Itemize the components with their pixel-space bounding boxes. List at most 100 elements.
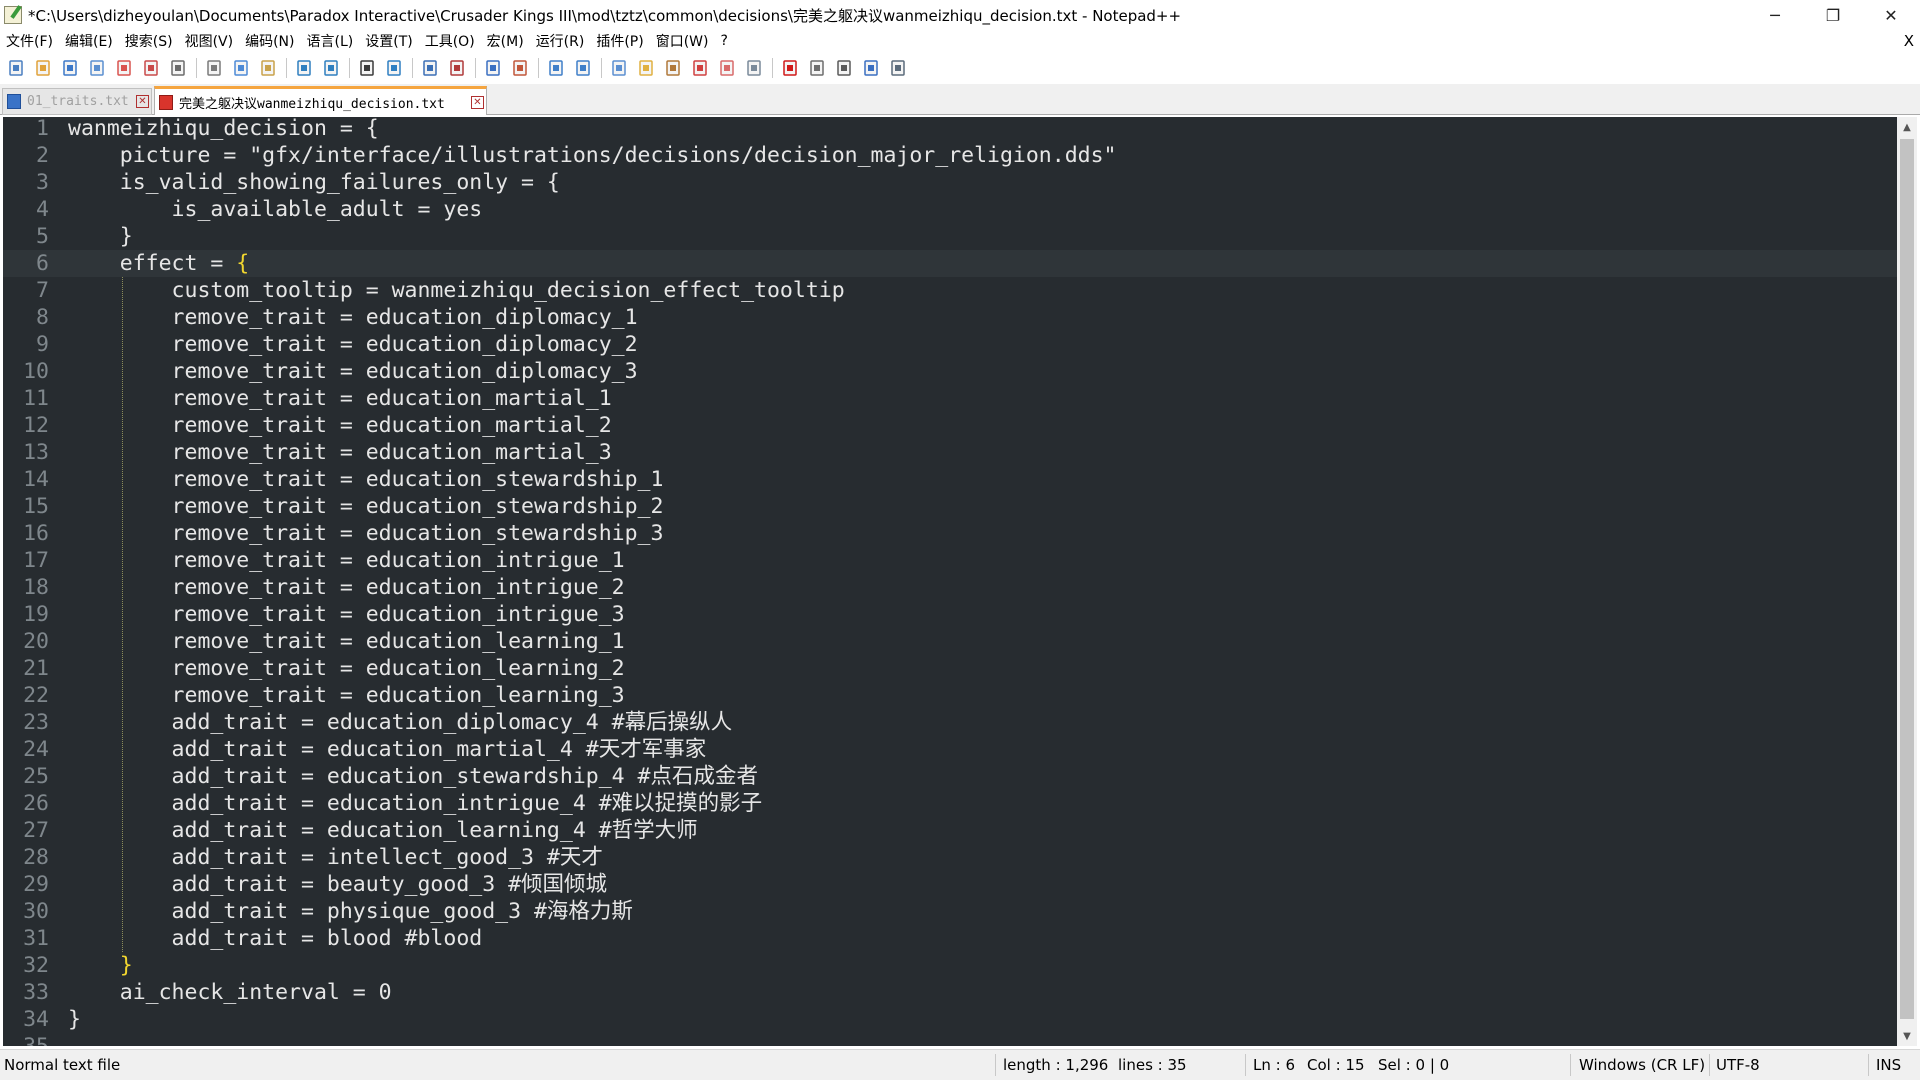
tab-close-icon[interactable]: ✕	[471, 95, 484, 109]
menu-item[interactable]: 运行(R)	[530, 31, 591, 51]
restore-button[interactable]: ❐	[1804, 0, 1862, 30]
notepadpp-app-icon[interactable]	[4, 6, 22, 24]
menu-item[interactable]: 设置(T)	[359, 31, 418, 51]
scrollbar-thumb[interactable]	[1900, 139, 1914, 1019]
minimize-button[interactable]: ─	[1746, 0, 1804, 30]
open-file-icon[interactable]	[32, 57, 54, 79]
code-line[interactable]: 34}	[3, 1006, 1897, 1033]
menu-item[interactable]: 搜索(S)	[119, 31, 179, 51]
close-icon[interactable]	[113, 57, 135, 79]
code-line[interactable]: 29 add_trait = beauty_good_3 #倾国倾城	[3, 871, 1897, 898]
code-line[interactable]: 18 remove_trait = education_intrigue_2	[3, 574, 1897, 601]
code-line[interactable]: 1 wanmeizhiqu_decision = {	[3, 117, 1897, 142]
menu-item[interactable]: 编码(N)	[239, 31, 300, 51]
redo-icon[interactable]	[320, 57, 342, 79]
zoom-in-icon[interactable]	[419, 57, 441, 79]
code-line[interactable]: 3 is_valid_showing_failures_only = {	[3, 169, 1897, 196]
copy-icon[interactable]	[230, 57, 252, 79]
code-line[interactable]: 17 remove_trait = education_intrigue_1	[3, 547, 1897, 574]
paste-icon[interactable]	[257, 57, 279, 79]
close-document-button[interactable]: X	[1904, 30, 1914, 52]
save-icon[interactable]	[59, 57, 81, 79]
code-line[interactable]: 31 add_trait = blood #blood	[3, 925, 1897, 952]
status-insert-mode[interactable]: INS	[1876, 1050, 1901, 1081]
code-line[interactable]: 11 remove_trait = education_martial_1	[3, 385, 1897, 412]
code-line[interactable]: 13 remove_trait = education_martial_3	[3, 439, 1897, 466]
menu-item[interactable]: 编辑(E)	[59, 31, 119, 51]
code-line[interactable]: 8 remove_trait = education_diplomacy_1	[3, 304, 1897, 331]
menu-item[interactable]: 语言(L)	[301, 31, 360, 51]
code-line[interactable]: 23 add_trait = education_diplomacy_4 #幕后…	[3, 709, 1897, 736]
line-number: 26	[23, 791, 49, 816]
cut-icon[interactable]	[203, 57, 225, 79]
print-icon[interactable]	[167, 57, 189, 79]
code-line[interactable]: 10 remove_trait = education_diplomacy_3	[3, 358, 1897, 385]
new-file-icon[interactable]	[5, 57, 27, 79]
find-icon[interactable]	[356, 57, 378, 79]
tab-label: 01_traits.txt	[27, 94, 129, 109]
menu-item[interactable]: 插件(P)	[590, 31, 649, 51]
line-number: 20	[23, 629, 49, 654]
code-line[interactable]: 15 remove_trait = education_stewardship_…	[3, 493, 1897, 520]
code-line[interactable]: 35	[3, 1033, 1897, 1046]
code-line[interactable]: 5 }	[3, 223, 1897, 250]
menu-item[interactable]: 工具(O)	[419, 31, 481, 51]
code-text: remove_trait = education_martial_3	[68, 440, 612, 465]
replace-icon[interactable]	[383, 57, 405, 79]
code-line[interactable]: 28 add_trait = intellect_good_3 #天才	[3, 844, 1897, 871]
code-line[interactable]: 19 remove_trait = education_intrigue_3	[3, 601, 1897, 628]
code-line[interactable]: 22 remove_trait = education_learning_3	[3, 682, 1897, 709]
code-line[interactable]: 2 picture = "gfx/interface/illustrations…	[3, 142, 1897, 169]
scroll-up-icon[interactable]: ▲	[1897, 117, 1917, 137]
tab-decision[interactable]: 完美之躯决议wanmeizhiqu_decision.txt ✕	[154, 86, 487, 115]
menu-item[interactable]: 窗口(W)	[650, 31, 715, 51]
close-window-button[interactable]: ✕	[1862, 0, 1920, 30]
record-macro-icon[interactable]	[779, 57, 801, 79]
code-line[interactable]: 30 add_trait = physique_good_3 #海格力斯	[3, 898, 1897, 925]
save-all-icon[interactable]	[86, 57, 108, 79]
indent-guide-icon[interactable]	[608, 57, 630, 79]
tab-traits[interactable]: 01_traits.txt ✕	[2, 88, 152, 115]
zoom-out-icon[interactable]	[446, 57, 468, 79]
status-encoding[interactable]: UTF-8	[1716, 1050, 1760, 1081]
code-line[interactable]: 14 remove_trait = education_stewardship_…	[3, 466, 1897, 493]
code-editor[interactable]: 1 wanmeizhiqu_decision = {2 picture = "gf…	[3, 117, 1897, 1046]
vertical-scrollbar[interactable]: ▲ ▼	[1897, 117, 1917, 1046]
code-line[interactable]: 6 effect = {	[3, 250, 1897, 277]
code-line[interactable]: 4 is_available_adult = yes	[3, 196, 1897, 223]
close-all-icon[interactable]	[140, 57, 162, 79]
scroll-down-icon[interactable]: ▼	[1897, 1026, 1917, 1046]
sync-horizontal-icon[interactable]	[509, 57, 531, 79]
stop-record-icon[interactable]	[806, 57, 828, 79]
word-wrap-icon[interactable]	[545, 57, 567, 79]
save-macro-icon[interactable]	[887, 57, 909, 79]
code-line[interactable]: 7 custom_tooltip = wanmeizhiqu_decision_…	[3, 277, 1897, 304]
undo-icon[interactable]	[293, 57, 315, 79]
menu-item[interactable]: 宏(M)	[481, 31, 530, 51]
code-line[interactable]: 25 add_trait = education_stewardship_4 #…	[3, 763, 1897, 790]
menu-item[interactable]: ?	[715, 33, 734, 49]
document-map-icon[interactable]	[662, 57, 684, 79]
menu-item[interactable]: 视图(V)	[179, 31, 240, 51]
code-line[interactable]: 33 ai_check_interval = 0	[3, 979, 1897, 1006]
code-line[interactable]: 26 add_trait = education_intrigue_4 #难以捉…	[3, 790, 1897, 817]
status-eol[interactable]: Windows (CR LF)	[1579, 1050, 1705, 1081]
tab-close-icon[interactable]: ✕	[136, 95, 149, 108]
function-list-icon[interactable]	[689, 57, 711, 79]
monitoring-icon[interactable]	[743, 57, 765, 79]
code-line[interactable]: 16 remove_trait = education_stewardship_…	[3, 520, 1897, 547]
user-language-icon[interactable]	[635, 57, 657, 79]
play-macro-icon[interactable]	[833, 57, 855, 79]
code-line[interactable]: 20 remove_trait = education_learning_1	[3, 628, 1897, 655]
sync-vertical-icon[interactable]	[482, 57, 504, 79]
code-line[interactable]: 12 remove_trait = education_martial_2	[3, 412, 1897, 439]
code-line[interactable]: 24 add_trait = education_martial_4 #天才军事…	[3, 736, 1897, 763]
folder-workspace-icon[interactable]	[716, 57, 738, 79]
menu-item[interactable]: 文件(F)	[0, 31, 59, 51]
code-line[interactable]: 27 add_trait = education_learning_4 #哲学大…	[3, 817, 1897, 844]
show-all-chars-icon[interactable]	[572, 57, 594, 79]
run-macro-multiple-icon[interactable]	[860, 57, 882, 79]
code-line[interactable]: 9 remove_trait = education_diplomacy_2	[3, 331, 1897, 358]
code-line[interactable]: 21 remove_trait = education_learning_2	[3, 655, 1897, 682]
code-line[interactable]: 32 }	[3, 952, 1897, 979]
